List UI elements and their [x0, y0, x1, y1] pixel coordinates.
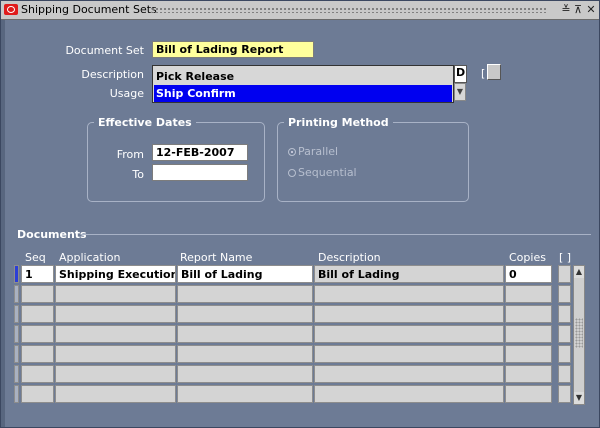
radio-sequential-label: Sequential: [298, 166, 357, 179]
row-indicator[interactable]: [14, 385, 19, 403]
row-indicator[interactable]: [14, 365, 19, 383]
table-cell[interactable]: [21, 285, 54, 303]
table-vertical-scrollbar[interactable]: ▲ ▼: [573, 265, 585, 405]
col-header-report-name: Report Name: [180, 251, 253, 264]
printing-method-group: [277, 122, 469, 202]
col-header-description: Description: [318, 251, 381, 264]
cell-seq[interactable]: 1: [21, 265, 54, 283]
table-cell[interactable]: [21, 325, 54, 343]
scroll-down-icon[interactable]: ▼: [574, 392, 584, 404]
table-cell[interactable]: [505, 385, 552, 403]
table-cell[interactable]: [558, 385, 571, 403]
radio-parallel-label: Parallel: [298, 145, 339, 158]
row-indicator[interactable]: [14, 305, 19, 323]
table-cell[interactable]: [177, 365, 313, 383]
title-bar: Shipping Document Sets ≚ ⊼ ✕: [1, 1, 599, 20]
dropdown-option-pick-release[interactable]: Pick Release: [154, 68, 452, 85]
cell-copies[interactable]: 0: [505, 265, 552, 283]
description-label: Description: [81, 68, 144, 81]
table-cell[interactable]: [314, 325, 504, 343]
window-title: Shipping Document Sets: [21, 3, 157, 16]
usage-label: Usage: [109, 87, 144, 100]
row-indicator[interactable]: [14, 285, 19, 303]
radio-parallel[interactable]: Parallel: [288, 145, 338, 158]
table-cell[interactable]: [558, 345, 571, 363]
cell-application[interactable]: Shipping Execution: [55, 265, 176, 283]
table-cell[interactable]: [177, 325, 313, 343]
table-cell[interactable]: [314, 285, 504, 303]
table-cell[interactable]: [21, 385, 54, 403]
table-cell[interactable]: [558, 365, 571, 383]
table-cell[interactable]: [55, 325, 176, 343]
effective-dates-title: Effective Dates: [94, 116, 196, 129]
table-cell[interactable]: [55, 305, 176, 323]
table-cell[interactable]: [314, 345, 504, 363]
col-header-seq: Seq: [25, 251, 46, 264]
dropdown-arrow-icon[interactable]: ▼: [454, 83, 466, 101]
documents-divider: [81, 234, 591, 235]
maximize-icon[interactable]: ⊼: [572, 3, 584, 16]
table-cell[interactable]: [314, 305, 504, 323]
table-cell[interactable]: [55, 345, 176, 363]
scroll-grip[interactable]: [575, 318, 583, 348]
col-header-copies: Copies: [509, 251, 546, 264]
description-field-overflow[interactable]: D: [454, 65, 467, 83]
from-label: From: [116, 148, 144, 161]
table-cell[interactable]: [21, 365, 54, 383]
row-indicator[interactable]: [14, 345, 19, 363]
documents-section-title: Documents: [17, 228, 87, 241]
document-set-field[interactable]: Bill of Lading Report: [152, 41, 314, 58]
cell-flexfield[interactable]: [558, 265, 571, 283]
table-cell[interactable]: [505, 365, 552, 383]
col-header-application: Application: [59, 251, 121, 264]
scroll-up-icon[interactable]: ▲: [574, 266, 584, 278]
table-cell[interactable]: [558, 305, 571, 323]
table-cell[interactable]: [55, 365, 176, 383]
close-icon[interactable]: ✕: [585, 3, 597, 16]
table-cell[interactable]: [558, 285, 571, 303]
table-cell[interactable]: [21, 305, 54, 323]
printing-method-title: Printing Method: [284, 116, 393, 129]
table-cell[interactable]: [177, 305, 313, 323]
title-bar-texture: [151, 7, 546, 13]
row-indicator[interactable]: [14, 325, 19, 343]
table-cell[interactable]: [177, 345, 313, 363]
table-cell[interactable]: [314, 385, 504, 403]
table-cell[interactable]: [505, 345, 552, 363]
effective-dates-group: [87, 122, 265, 202]
table-cell[interactable]: [558, 325, 571, 343]
document-set-label: Document Set: [65, 44, 144, 57]
from-date-field[interactable]: 12-FEB-2007: [152, 144, 248, 161]
table-cell[interactable]: [505, 305, 552, 323]
table-cell[interactable]: [21, 345, 54, 363]
minimize-icon[interactable]: ≚: [560, 3, 572, 16]
table-cell[interactable]: [314, 365, 504, 383]
left-edge-strip: [1, 20, 5, 427]
to-label: To: [132, 168, 144, 181]
cell-report-name[interactable]: Bill of Lading: [177, 265, 313, 283]
table-cell[interactable]: [505, 325, 552, 343]
table-cell[interactable]: [505, 285, 552, 303]
table-cell[interactable]: [55, 285, 176, 303]
radio-unselected-icon: [288, 169, 296, 177]
radio-sequential[interactable]: Sequential: [288, 166, 357, 179]
cell-description[interactable]: Bill of Lading: [314, 265, 504, 283]
radio-selected-icon: [288, 148, 296, 156]
description-dropdown-list[interactable]: Pick Release Ship Confirm: [152, 65, 454, 103]
shipping-document-sets-window: Shipping Document Sets ≚ ⊼ ✕ Document Se…: [0, 0, 600, 428]
oracle-icon: [4, 4, 18, 15]
row-indicator-current[interactable]: [14, 265, 19, 283]
table-cell[interactable]: [55, 385, 176, 403]
table-cell[interactable]: [177, 285, 313, 303]
to-date-field[interactable]: [152, 164, 248, 181]
flexfield-button[interactable]: [487, 64, 501, 80]
col-header-flexfield[interactable]: [ ]: [559, 251, 571, 264]
dropdown-option-ship-confirm[interactable]: Ship Confirm: [154, 85, 452, 102]
table-cell[interactable]: [177, 385, 313, 403]
